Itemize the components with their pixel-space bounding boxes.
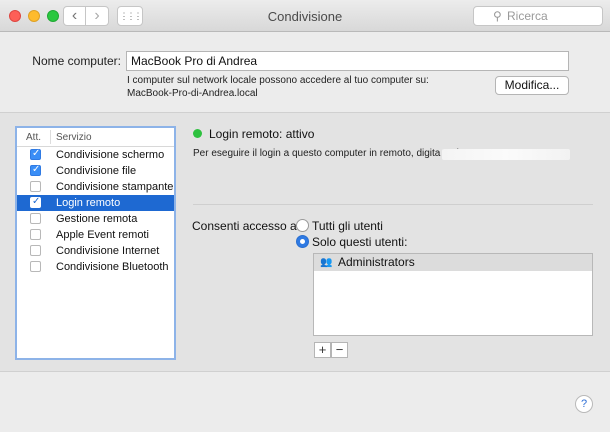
add-user-button[interactable]: + (314, 342, 331, 358)
list-item[interactable]: Condivisione Bluetooth (17, 259, 174, 275)
radio-all-users-label[interactable]: Tutti gli utenti (312, 219, 383, 233)
service-checkbox[interactable] (30, 181, 41, 192)
service-checkbox[interactable] (30, 147, 41, 161)
service-label: Condivisione file (56, 165, 137, 177)
list-item[interactable]: 👥 Administrators (314, 254, 592, 271)
computer-hostname: MacBook-Pro-di-Andrea.local (127, 88, 258, 99)
service-checkbox[interactable] (30, 163, 41, 177)
list-item[interactable]: Login remoto (17, 195, 174, 211)
service-status: Login remoto: attivo (209, 127, 315, 141)
service-list-header: Att. Servizio (17, 128, 174, 147)
divider (193, 204, 593, 205)
service-label: Gestione remota (56, 213, 138, 225)
column-divider (50, 130, 51, 144)
computer-name-label: Nome computer: (32, 54, 121, 68)
remove-user-button[interactable]: − (331, 342, 348, 358)
service-label: Login remoto (56, 197, 121, 209)
list-item[interactable]: Condivisione schermo (17, 147, 174, 163)
edit-name-button[interactable]: Modifica... (495, 76, 569, 95)
list-item[interactable]: Condivisione file (17, 163, 174, 179)
list-item[interactable]: Condivisione Internet (17, 243, 174, 259)
service-checkbox[interactable] (30, 195, 41, 209)
allowed-users-list[interactable]: 👥 Administrators (313, 253, 593, 336)
list-item[interactable]: Gestione remota (17, 211, 174, 227)
computer-name-field[interactable] (126, 51, 569, 71)
service-label: Condivisione Bluetooth (56, 261, 169, 273)
user-group-label: Administrators (338, 255, 415, 269)
search-icon: ⚲ (493, 9, 502, 23)
service-label: Condivisione schermo (56, 149, 165, 161)
redacted-text (442, 149, 570, 160)
computer-info: I computer sul network locale possono ac… (127, 74, 429, 100)
ssh-instructions: Per eseguire il login a questo computer … (193, 148, 471, 159)
radio-all-users[interactable] (296, 219, 309, 232)
search-placeholder: Ricerca (507, 9, 548, 23)
computer-info-line: I computer sul network locale possono ac… (127, 75, 429, 86)
service-label: Apple Event remoti (56, 229, 149, 241)
list-item[interactable]: Apple Event remoti (17, 227, 174, 243)
column-header-service[interactable]: Servizio (56, 132, 92, 143)
service-label: Condivisione Internet (56, 245, 160, 257)
service-label: Condivisione stampante (56, 181, 174, 193)
service-checkbox[interactable] (30, 245, 41, 256)
service-checkbox[interactable] (30, 229, 41, 240)
service-checkbox[interactable] (30, 213, 41, 224)
help-button[interactable]: ? (575, 395, 593, 413)
radio-only-these-users[interactable] (296, 235, 309, 248)
column-header-on[interactable]: Att. (26, 132, 41, 143)
group-icon: 👥 (320, 257, 333, 268)
service-checkbox[interactable] (30, 261, 41, 272)
list-item[interactable]: Condivisione stampante (17, 179, 174, 195)
title-bar: ‹ › ⋮⋮⋮ Condivisione ⚲ Ricerca (0, 0, 610, 32)
radio-only-these-users-label[interactable]: Solo questi utenti: (312, 235, 407, 249)
access-label: Consenti accesso a: (192, 219, 301, 233)
status-indicator-icon (193, 129, 202, 138)
search-field[interactable]: ⚲ Ricerca (473, 6, 603, 26)
service-list[interactable]: Att. Servizio Condivisione schermo Condiv… (15, 126, 176, 360)
